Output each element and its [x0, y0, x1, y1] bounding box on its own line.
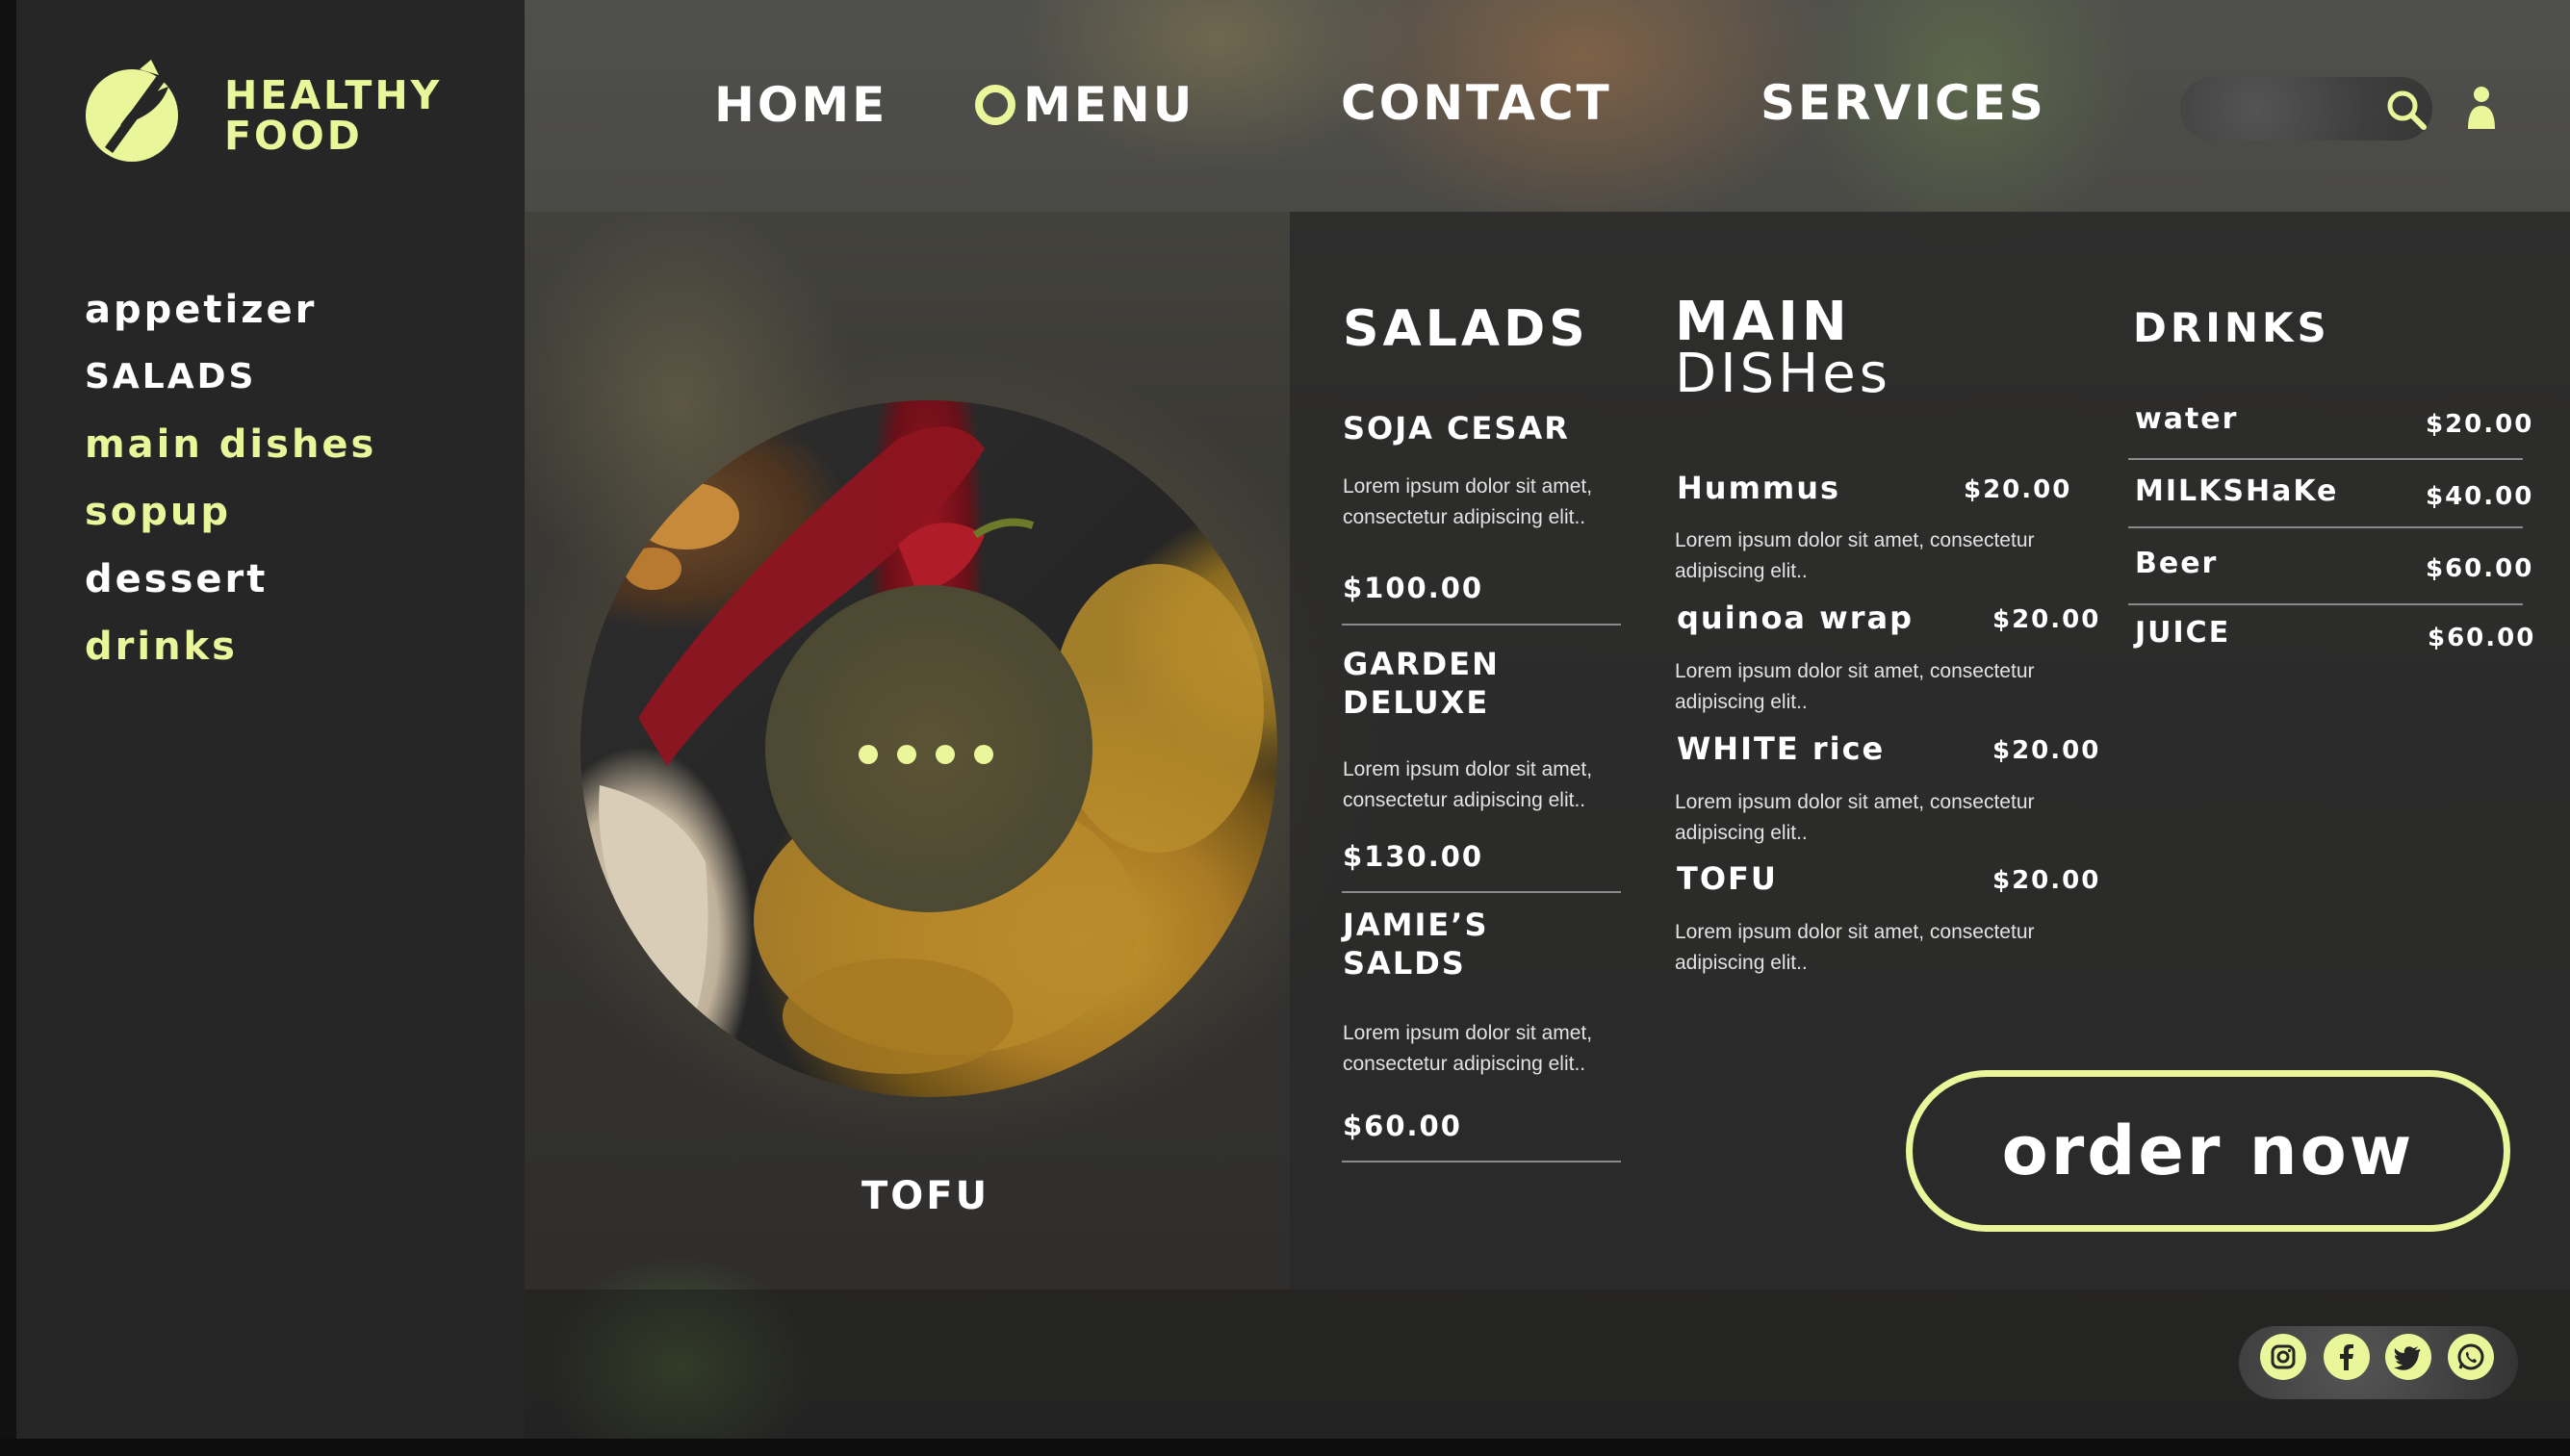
whatsapp-icon[interactable] — [2448, 1334, 2494, 1380]
main-dish-name[interactable]: TOFU — [1677, 860, 1778, 897]
carousel-dot-1[interactable] — [859, 745, 878, 764]
category-sopup[interactable]: sopup — [85, 487, 376, 554]
main-dish-description: Lorem ipsum dolor sit amet, consectetur … — [1675, 660, 2035, 713]
drink-name[interactable]: JUICE — [2135, 616, 2230, 650]
main-dish-name[interactable]: WHITE rice — [1677, 730, 1885, 767]
bottom-edge — [0, 1439, 2570, 1456]
divider — [2128, 603, 2523, 605]
salad-name-line-2: SALDS — [1343, 945, 1466, 982]
main-dish-price: $20.00 — [1964, 475, 2072, 504]
main-dishes-title: MAIN DISHes — [1675, 291, 1891, 405]
dish-label: TOFU — [861, 1174, 990, 1218]
brand-name[interactable]: HEALTHY FOOD — [224, 75, 442, 156]
drinks-title: DRINKS — [2133, 304, 2330, 351]
drink-price: $60.00 — [2426, 554, 2534, 583]
nav-menu-label: MENU — [1023, 77, 1195, 133]
salad-description: Lorem ipsum dolor sit amet, consectetur … — [1343, 1022, 1593, 1075]
brand-line-2: FOOD — [224, 113, 363, 159]
main-dish-name[interactable]: quinoa wrap — [1677, 600, 1914, 636]
category-appetizer[interactable]: appetizer — [85, 285, 376, 352]
order-now-button[interactable]: order now — [1906, 1070, 2510, 1232]
drink-price: $40.00 — [2426, 482, 2534, 511]
main-dish-price: $20.00 — [1992, 866, 2101, 895]
salad-name[interactable]: GARDEN DELUXE — [1343, 645, 1500, 722]
nav-home[interactable]: HOME — [714, 77, 887, 133]
main-dish-price: $20.00 — [1992, 605, 2101, 634]
category-main-dishes[interactable]: main dishes — [85, 420, 376, 487]
carousel-dot-4[interactable] — [974, 745, 993, 764]
drink-price: $60.00 — [2428, 624, 2536, 652]
salad-name-line-1: GARDEN — [1343, 646, 1500, 682]
main-dishes-title-line-2: DISHes — [1675, 343, 1891, 405]
category-nav: appetizer SALADS main dishes sopup desse… — [85, 285, 376, 689]
main-dish-description: Lorem ipsum dolor sit amet, consectetur … — [1675, 529, 2035, 582]
category-drinks[interactable]: drinks — [85, 622, 376, 689]
carousel-dot-3[interactable] — [936, 745, 955, 764]
carousel-dot-2[interactable] — [897, 745, 916, 764]
salad-description: Lorem ipsum dolor sit amet, consectetur … — [1343, 475, 1593, 528]
category-salads[interactable]: SALADS — [85, 352, 376, 420]
drink-price: $20.00 — [2426, 410, 2534, 439]
active-indicator-icon — [975, 85, 1015, 125]
salad-price: $130.00 — [1343, 840, 1484, 873]
salads-title: SALADS — [1343, 300, 1589, 358]
brand-line-1: HEALTHY — [224, 72, 443, 118]
divider — [1342, 891, 1621, 893]
salad-description: Lorem ipsum dolor sit amet, consectetur … — [1343, 758, 1593, 811]
salad-price: $60.00 — [1343, 1110, 1462, 1142]
salad-name[interactable]: SOJA CESAR — [1343, 410, 1570, 447]
drink-name[interactable]: MILKSHaKe — [2135, 474, 2338, 508]
carousel-dots — [859, 745, 993, 766]
salad-name-line-1: JAMIE’S — [1343, 907, 1489, 943]
salad-price: $100.00 — [1343, 572, 1484, 604]
divider — [1342, 1161, 1621, 1162]
search-icon[interactable] — [2385, 89, 2428, 131]
salad-name[interactable]: JAMIE’S SALDS — [1343, 906, 1488, 983]
sidebar: HEALTHY FOOD appetizer SALADS main dishe… — [16, 0, 525, 1439]
drink-name[interactable]: water — [2135, 402, 2238, 436]
left-edge — [0, 0, 16, 1456]
facebook-icon[interactable] — [2324, 1334, 2370, 1380]
nav-services[interactable]: SERVICES — [1760, 75, 2046, 131]
divider — [2128, 458, 2523, 460]
drink-name[interactable]: Beer — [2135, 547, 2218, 580]
main-dish-name[interactable]: Hummus — [1677, 470, 1840, 506]
leaf-icon[interactable] — [82, 58, 197, 164]
twitter-icon[interactable] — [2385, 1334, 2431, 1380]
main-dishes-title-line-1: MAIN — [1675, 291, 1851, 353]
main-dish-price: $20.00 — [1992, 736, 2101, 765]
nav-menu[interactable]: MENU — [975, 77, 1195, 133]
main-dish-description: Lorem ipsum dolor sit amet, consectetur … — [1675, 791, 2035, 844]
nav-contact[interactable]: CONTACT — [1341, 75, 1612, 131]
divider — [2128, 526, 2523, 528]
user-icon[interactable] — [2464, 85, 2499, 131]
instagram-icon[interactable] — [2260, 1334, 2306, 1380]
salad-name-line-2: DELUXE — [1343, 684, 1490, 721]
divider — [1342, 624, 1621, 626]
main-dish-description: Lorem ipsum dolor sit amet, consectetur … — [1675, 921, 2035, 974]
category-dessert[interactable]: dessert — [85, 554, 376, 622]
